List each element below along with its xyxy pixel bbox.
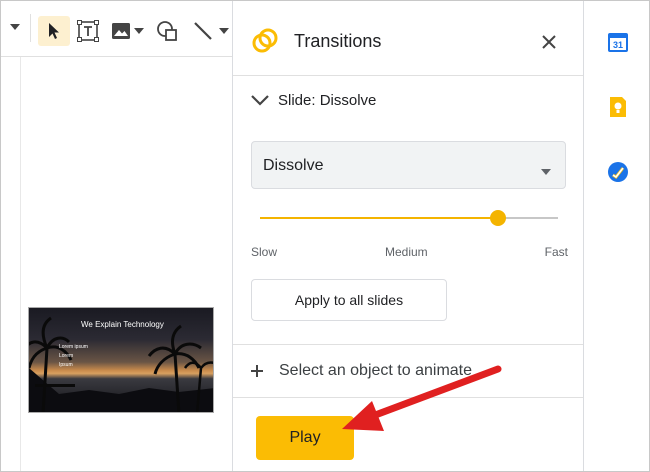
- dropdown-arrow-icon: [541, 162, 551, 175]
- tasks-icon[interactable]: [606, 160, 630, 184]
- calendar-icon[interactable]: 31: [606, 30, 630, 54]
- chevron-down-icon[interactable]: [8, 20, 22, 34]
- image-dropdown-icon[interactable]: [134, 24, 144, 38]
- speed-labels: Slow Medium Fast: [251, 245, 568, 261]
- slider-fill: [260, 217, 499, 219]
- chevron-down-icon: [249, 92, 271, 108]
- line-dropdown-icon[interactable]: [218, 24, 230, 38]
- transitions-icon: [251, 27, 279, 55]
- section-title: Slide: Dissolve: [278, 92, 377, 109]
- plus-icon: [249, 363, 265, 379]
- speed-slider[interactable]: [260, 207, 558, 229]
- canvas-guide: [20, 57, 21, 472]
- keep-icon[interactable]: [606, 95, 630, 119]
- shape-icon[interactable]: [154, 18, 180, 44]
- transition-type-select[interactable]: Dissolve: [251, 141, 566, 189]
- text-box-icon[interactable]: [76, 18, 100, 44]
- slide-canvas[interactable]: We Explain Technology Lorem ipsum Lorem …: [0, 57, 232, 472]
- thumbnail-line: Ipsum: [59, 362, 73, 368]
- calendar-day: 31: [613, 40, 623, 50]
- slide-transition-section-toggle[interactable]: Slide: Dissolve: [233, 76, 583, 126]
- close-icon[interactable]: [540, 33, 558, 51]
- thumbnail-line: Lorem ipsum: [59, 344, 88, 350]
- annotation-arrow: [342, 365, 502, 431]
- speed-label-fast: Fast: [544, 245, 568, 259]
- apply-to-all-slides-button[interactable]: Apply to all slides: [251, 279, 447, 321]
- panel-header: Transitions: [233, 0, 583, 76]
- toolbar-separator: [30, 14, 31, 42]
- slider-handle[interactable]: [490, 210, 507, 226]
- panel-title: Transitions: [294, 31, 382, 51]
- image-icon[interactable]: [108, 18, 134, 44]
- cursor-icon[interactable]: [38, 16, 70, 46]
- speed-label-slow: Slow: [251, 245, 278, 259]
- thumbnail-line: Lorem: [59, 353, 74, 359]
- slide-thumbnail[interactable]: We Explain Technology Lorem ipsum Lorem …: [28, 307, 214, 413]
- transition-type-value: Dissolve: [263, 157, 324, 174]
- thumbnail-title: We Explain Technology: [81, 320, 164, 329]
- line-icon[interactable]: [190, 18, 216, 44]
- toolbar: [0, 0, 232, 57]
- speed-label-medium: Medium: [385, 245, 428, 259]
- side-rail: 31: [584, 0, 650, 472]
